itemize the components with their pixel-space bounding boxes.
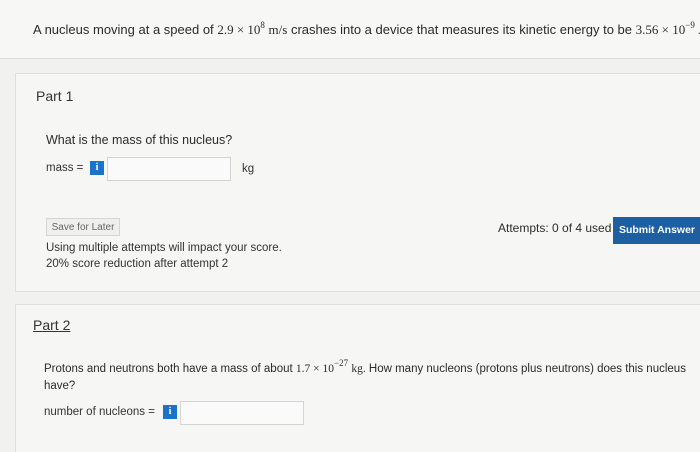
- mass-unit: kg: [242, 163, 255, 175]
- nucleon-mass-value: 1.7 × 10−27: [295, 358, 349, 376]
- part2-panel: Part 2 Protons and neutrons both have a …: [15, 304, 700, 452]
- part1-title: Part 1: [36, 88, 74, 104]
- info-icon[interactable]: i: [163, 405, 177, 419]
- save-for-later-button[interactable]: Save for Later: [46, 218, 120, 236]
- mass-input[interactable]: [107, 157, 231, 181]
- speed-unit: m/s: [268, 22, 288, 37]
- energy-value: 3.56 × 10−9: [635, 20, 695, 38]
- nucleons-label: number of nucleons =: [44, 406, 155, 418]
- question-stem: A nucleus moving at a speed of 2.9 × 108…: [0, 0, 700, 59]
- info-icon[interactable]: i: [90, 161, 104, 175]
- part2-prompt: Protons and neutrons both have a mass of…: [44, 358, 686, 393]
- question-middle: crashes into a device that measures its …: [290, 22, 633, 37]
- speed-value: 2.9 × 108: [217, 20, 265, 38]
- nucleon-mass-unit: kg.: [351, 363, 366, 375]
- part1-prompt: What is the mass of this nucleus?: [46, 133, 233, 147]
- part1-panel: Part 1 What is the mass of this nucleus?…: [15, 73, 700, 292]
- question-text: A nucleus moving at a speed of 2.9 × 108…: [33, 20, 700, 38]
- part2-title-link[interactable]: Part 2: [33, 317, 70, 333]
- mass-label: mass =: [46, 162, 84, 174]
- question-intro: A nucleus moving at a speed of: [33, 22, 214, 37]
- attempts-counter: Attempts: 0 of 4 used: [498, 221, 612, 235]
- attempts-note-line2: 20% score reduction after attempt 2: [46, 258, 229, 270]
- nucleons-input[interactable]: [180, 401, 304, 425]
- attempts-note-line1: Using multiple attempts will impact your…: [46, 242, 282, 254]
- submit-answer-button[interactable]: Submit Answer: [613, 217, 700, 244]
